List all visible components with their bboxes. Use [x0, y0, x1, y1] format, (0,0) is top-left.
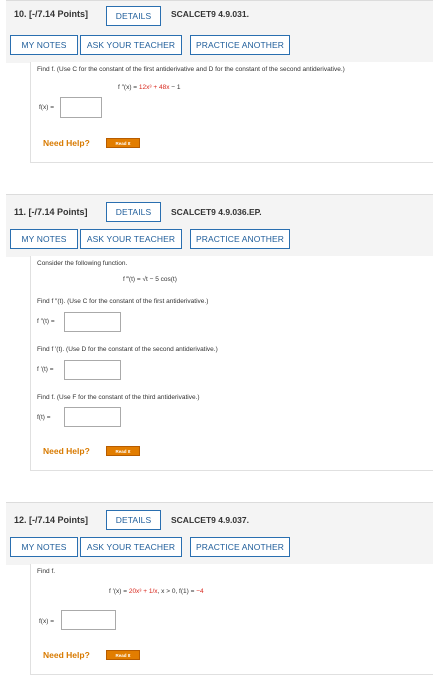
ask-your-teacher-button[interactable]: ASK YOUR TEACHER	[80, 229, 182, 249]
answer-label: f(x) =	[39, 618, 54, 625]
label-first-derivative: f ′(t) =	[37, 366, 54, 373]
answer-input[interactable]	[60, 97, 102, 118]
prompt-second-derivative: Find f ″(t). (Use C for the constant of …	[37, 298, 209, 305]
answer-label: f(x) =	[39, 104, 54, 111]
equation-tail: − 1	[169, 84, 181, 91]
points-label: 10. [-/7.14 Points]	[14, 9, 89, 19]
read-it-button[interactable]: Read It	[106, 650, 140, 660]
intro-text: Consider the following function.	[37, 260, 128, 267]
need-help-label: Need Help?	[43, 138, 90, 148]
label-function: f(t) =	[37, 414, 51, 421]
prompt-function: Find f. (Use F for the constant of the t…	[37, 394, 200, 401]
question-body: Consider the following function. f ‴(t) …	[30, 256, 433, 471]
equation: f ′(x) = 20x³ + 1/x, x > 0, f(1) = −4	[109, 588, 204, 595]
read-it-button[interactable]: Read It	[106, 446, 140, 456]
details-button[interactable]: DETAILS	[106, 510, 161, 530]
prompt-first-derivative: Find f ′(t). (Use D for the constant of …	[37, 346, 218, 353]
equation-lhs: f ′(x) =	[109, 588, 129, 595]
intro-text: Find f.	[37, 568, 56, 575]
question-header: 12. [-/7.14 Points] DETAILS SCALCET9 4.9…	[6, 502, 433, 565]
question-header: 10. [-/7.14 Points] DETAILS SCALCET9 4.9…	[6, 0, 433, 63]
problem-code: SCALCET9 4.9.036.EP.	[171, 207, 262, 217]
problem-code: SCALCET9 4.9.031.	[171, 9, 249, 19]
second-derivative-input[interactable]	[64, 312, 121, 332]
my-notes-button[interactable]: MY NOTES	[10, 35, 78, 55]
practice-another-button[interactable]: PRACTICE ANOTHER	[190, 35, 290, 55]
my-notes-button[interactable]: MY NOTES	[10, 537, 78, 557]
problem-code: SCALCET9 4.9.037.	[171, 515, 249, 525]
my-notes-button[interactable]: MY NOTES	[10, 229, 78, 249]
details-button[interactable]: DETAILS	[106, 202, 161, 222]
read-it-button[interactable]: Read It	[106, 138, 140, 148]
practice-another-button[interactable]: PRACTICE ANOTHER	[190, 229, 290, 249]
instruction-text: Find f. (Use C for the constant of the f…	[37, 66, 345, 73]
points-label: 12. [-/7.14 Points]	[14, 515, 89, 525]
practice-another-button[interactable]: PRACTICE ANOTHER	[190, 537, 290, 557]
equation-condition: , x > 0, f(1) =	[157, 588, 197, 595]
equation-rhs: 20x³ + 1/x	[128, 588, 158, 595]
first-derivative-input[interactable]	[64, 360, 121, 380]
equation-rhs: 12x³ + 48x	[138, 84, 170, 91]
label-second-derivative: f ″(t) =	[37, 318, 55, 325]
ask-your-teacher-button[interactable]: ASK YOUR TEACHER	[80, 35, 182, 55]
function-input[interactable]	[64, 407, 121, 427]
need-help-label: Need Help?	[43, 446, 90, 456]
question-body: Find f. (Use C for the constant of the f…	[30, 62, 433, 163]
details-button[interactable]: DETAILS	[106, 6, 161, 26]
question-header: 11. [-/7.14 Points] DETAILS SCALCET9 4.9…	[6, 194, 433, 257]
equation: f ″(x) = 12x³ + 48x − 1	[118, 84, 180, 91]
equation-lhs: f ″(x) =	[118, 84, 139, 91]
initial-value: −4	[196, 588, 204, 595]
ask-your-teacher-button[interactable]: ASK YOUR TEACHER	[80, 537, 182, 557]
question-body: Find f. f ′(x) = 20x³ + 1/x, x > 0, f(1)…	[30, 564, 433, 675]
answer-input[interactable]	[61, 610, 116, 630]
points-label: 11. [-/7.14 Points]	[14, 207, 88, 217]
need-help-label: Need Help?	[43, 650, 90, 660]
equation: f ‴(t) = √t − 5 cos(t)	[123, 276, 177, 283]
